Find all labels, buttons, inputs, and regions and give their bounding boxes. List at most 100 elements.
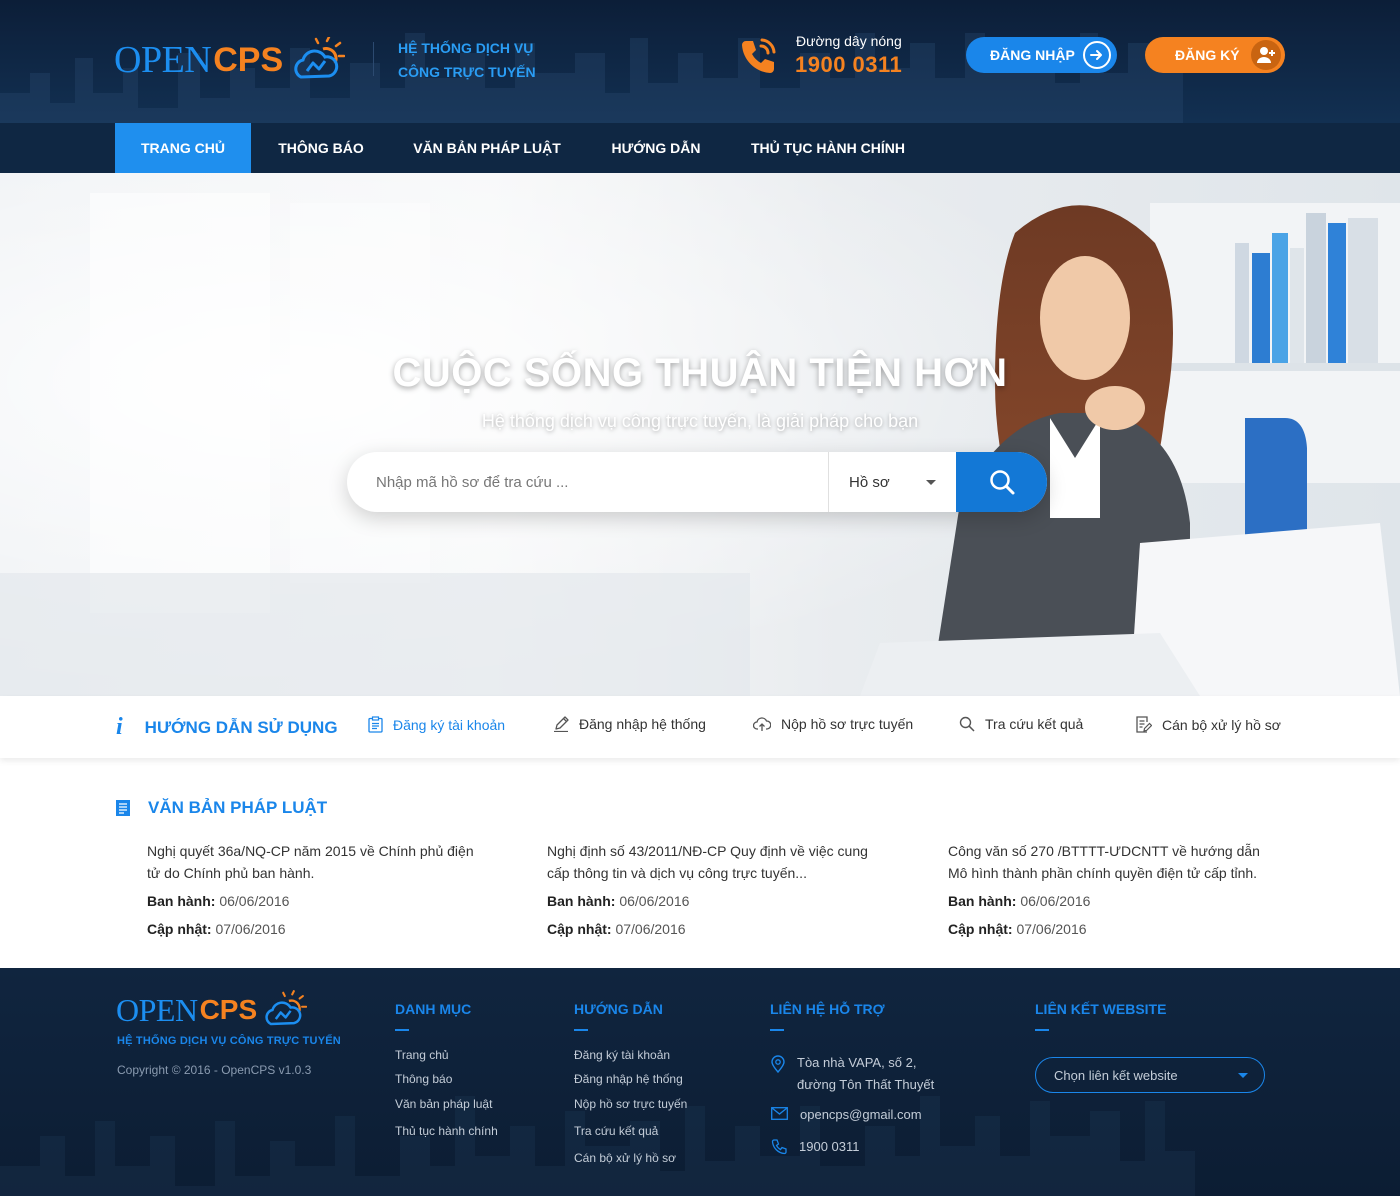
- issued-label: Ban hành:: [948, 893, 1017, 909]
- address-line-2: đường Tôn Thất Thuyết: [797, 1077, 935, 1092]
- legal-doc-title[interactable]: Nghị quyết 36a/NQ-CP năm 2015 về Chính p…: [147, 840, 482, 884]
- tagline-line-1: HỆ THỐNG DỊCH VỤ: [398, 40, 534, 56]
- issued-date: 06/06/2016: [1020, 893, 1091, 909]
- info-icon: i: [116, 714, 123, 740]
- guide-item-label: Nộp hồ sơ trực tuyến: [781, 716, 914, 732]
- legal-doc-issued: Ban hành: 06/06/2016: [948, 890, 1283, 912]
- guide-item-label: Đăng nhập hệ thống: [579, 716, 706, 732]
- legal-doc-title[interactable]: Nghị định số 43/2011/NĐ-CP Quy định về v…: [547, 840, 882, 884]
- issued-date: 06/06/2016: [619, 893, 690, 909]
- guide-item-label: Đăng ký tài khoản: [393, 716, 506, 733]
- hotline-number[interactable]: 1900 0311: [795, 52, 902, 78]
- website-link-placeholder: Chọn liên kết website: [1054, 1067, 1178, 1083]
- nav-item-huong-dan[interactable]: HƯỚNG DẪN: [600, 123, 712, 173]
- search-icon: [959, 716, 975, 732]
- footer-danh-muc-title: DANH MỤC: [395, 1001, 471, 1031]
- phone-text: 1900 0311: [799, 1139, 860, 1154]
- phone-ringing-icon: [742, 38, 776, 73]
- updated-date: 07/06/2016: [615, 921, 686, 937]
- footer-email[interactable]: opencps@gmail.com: [771, 1104, 922, 1126]
- footer-address: Tòa nhà VAPA, số 2, đường Tôn Thất Thuyế…: [771, 1052, 934, 1096]
- document-icon: [116, 800, 130, 816]
- legal-doc-issued: Ban hành: 06/06/2016: [547, 890, 882, 912]
- map-pin-icon: [771, 1055, 785, 1073]
- site-footer: OPEN CPS HỆ THỐNG DỊCH VỤ CÔNG TRỰC TUYẾ…: [0, 968, 1400, 1196]
- legal-doc-updated: Cập nhật: 07/06/2016: [948, 918, 1283, 940]
- login-button[interactable]: ĐĂNG NHẬP: [966, 37, 1117, 73]
- issued-label: Ban hành:: [547, 893, 616, 909]
- add-user-icon: [1251, 40, 1281, 70]
- guide-item-label: Cán bộ xử lý hồ sơ: [1162, 716, 1281, 733]
- logo-cps-text: CPS: [199, 994, 258, 1025]
- address-line-1: Tòa nhà VAPA, số 2,: [797, 1055, 917, 1070]
- guide-item-tra-cuu-ket-qua[interactable]: Tra cứu kết quả: [959, 716, 1083, 732]
- search-button[interactable]: [956, 452, 1047, 512]
- sign-in-icon: [1083, 41, 1111, 69]
- guide-item-nop-ho-so-truc-tuyen[interactable]: Nộp hồ sơ trực tuyến: [753, 716, 913, 732]
- register-button-label: ĐĂNG KÝ: [1175, 47, 1240, 63]
- email-text: opencps@gmail.com: [800, 1107, 922, 1122]
- header-tagline: HỆ THỐNG DỊCH VỤ CÔNG TRỰC TUYẾN: [398, 36, 536, 84]
- search-icon: [989, 470, 1014, 495]
- header-divider: [373, 42, 374, 76]
- search-type-value: Hồ sơ: [849, 473, 890, 491]
- legal-docs-title: VĂN BẢN PHÁP LUẬT: [116, 798, 327, 818]
- register-button[interactable]: ĐĂNG KÝ: [1145, 37, 1285, 73]
- legal-doc-updated: Cập nhật: 07/06/2016: [147, 918, 482, 940]
- footer-link-thu-tuc-hanh-chinh[interactable]: Thủ tục hành chính: [395, 1124, 498, 1138]
- footer-lien-he-title: LIÊN HỆ HỖ TRỢ: [770, 1001, 885, 1031]
- guide-item-dang-nhap-he-thong[interactable]: Đăng nhập hệ thống: [553, 716, 706, 732]
- footer-link-trang-chu[interactable]: Trang chủ: [395, 1048, 449, 1062]
- search-input[interactable]: [347, 452, 828, 512]
- city-skyline-background: [0, 1096, 1195, 1196]
- legal-doc-issued: Ban hành: 06/06/2016: [147, 890, 482, 912]
- guide-item-dang-ky-tai-khoan[interactable]: Đăng ký tài khoản: [368, 716, 505, 733]
- footer-tagline: HỆ THỐNG DỊCH VỤ CÔNG TRỰC TUYẾN: [117, 1035, 341, 1047]
- search-type-dropdown[interactable]: Hồ sơ: [828, 452, 956, 512]
- caret-down-icon: [1238, 1073, 1248, 1078]
- footer-link-van-ban-phap-luat[interactable]: Văn bản pháp luật: [395, 1097, 492, 1111]
- footer-link-nop-ho-so-truc-tuyen[interactable]: Nộp hồ sơ trực tuyến: [574, 1097, 687, 1111]
- nav-item-thu-tuc-hanh-chinh[interactable]: THỦ TỤC HÀNH CHÍNH: [742, 123, 914, 173]
- logo-open-text: OPEN: [116, 991, 198, 1028]
- footer-link-dang-nhap-he-thong[interactable]: Đăng nhập hệ thống: [574, 1072, 683, 1086]
- guide-item-can-bo-xu-ly-ho-so[interactable]: Cán bộ xử lý hồ sơ: [1136, 716, 1281, 733]
- logo-open-text: OPEN: [114, 39, 212, 81]
- usage-guide-title-text: HƯỚNG DẪN SỬ DỤNG: [144, 717, 338, 737]
- clipboard-icon: [368, 716, 383, 733]
- legal-doc-updated: Cập nhật: 07/06/2016: [547, 918, 882, 940]
- envelope-icon: [771, 1107, 788, 1120]
- issued-date: 06/06/2016: [219, 893, 290, 909]
- footer-link-can-bo-xu-ly-ho-so[interactable]: Cán bộ xử lý hồ sơ: [574, 1151, 676, 1165]
- footer-link-dang-ky-tai-khoan[interactable]: Đăng ký tài khoản: [574, 1048, 670, 1062]
- site-header: OPEN CPS HỆ THỐNG DỊCH VỤ CÔNG TRỰC TUYẾ…: [0, 0, 1400, 123]
- cloud-sun-icon: [294, 37, 346, 79]
- main-navigation: TRANG CHỦ THÔNG BÁO VĂN BẢN PHÁP LUẬT HƯ…: [0, 123, 1400, 173]
- footer-link-thong-bao[interactable]: Thông báo: [395, 1072, 452, 1086]
- website-link-dropdown[interactable]: Chọn liên kết website: [1035, 1057, 1265, 1093]
- footer-phone[interactable]: 1900 0311: [771, 1136, 860, 1158]
- search-bar: Hồ sơ: [347, 452, 1047, 512]
- cloud-sun-icon: [265, 990, 308, 1026]
- nav-item-trang-chu[interactable]: TRANG CHỦ: [115, 123, 251, 173]
- caret-down-icon: [926, 480, 936, 485]
- footer-logo[interactable]: OPEN CPS: [116, 990, 308, 1030]
- nav-item-thong-bao[interactable]: THÔNG BÁO: [264, 123, 378, 173]
- footer-lien-ket-title: LIÊN KẾT WEBSITE: [1035, 1001, 1166, 1031]
- updated-label: Cập nhật:: [147, 921, 212, 937]
- opencps-logo[interactable]: OPEN CPS: [114, 32, 346, 88]
- footer-link-tra-cuu-ket-qua[interactable]: Tra cứu kết quả: [574, 1124, 658, 1138]
- guide-item-label: Tra cứu kết quả: [985, 716, 1084, 732]
- document-edit-icon: [1136, 716, 1152, 733]
- pencil-icon: [554, 716, 569, 732]
- phone-icon: [771, 1139, 787, 1155]
- updated-label: Cập nhật:: [547, 921, 612, 937]
- legal-doc-title[interactable]: Công văn số 270 /BTTTT-ƯDCNTT về hướng d…: [948, 840, 1283, 884]
- logo-cps-text: CPS: [213, 40, 284, 79]
- login-button-label: ĐĂNG NHẬP: [990, 47, 1075, 63]
- hero-subtitle: Hệ thống dịch vụ công trực tuyến, là giả…: [481, 411, 919, 431]
- legal-doc-card: Công văn số 270 /BTTTT-ƯDCNTT về hướng d…: [948, 840, 1283, 940]
- hero-banner: CUỘC SỐNG THUẬN TIỆN HƠN Hệ thống dịch v…: [0, 173, 1400, 696]
- nav-item-van-ban-phap-luat[interactable]: VĂN BẢN PHÁP LUẬT: [405, 123, 569, 173]
- cloud-upload-icon: [753, 717, 771, 731]
